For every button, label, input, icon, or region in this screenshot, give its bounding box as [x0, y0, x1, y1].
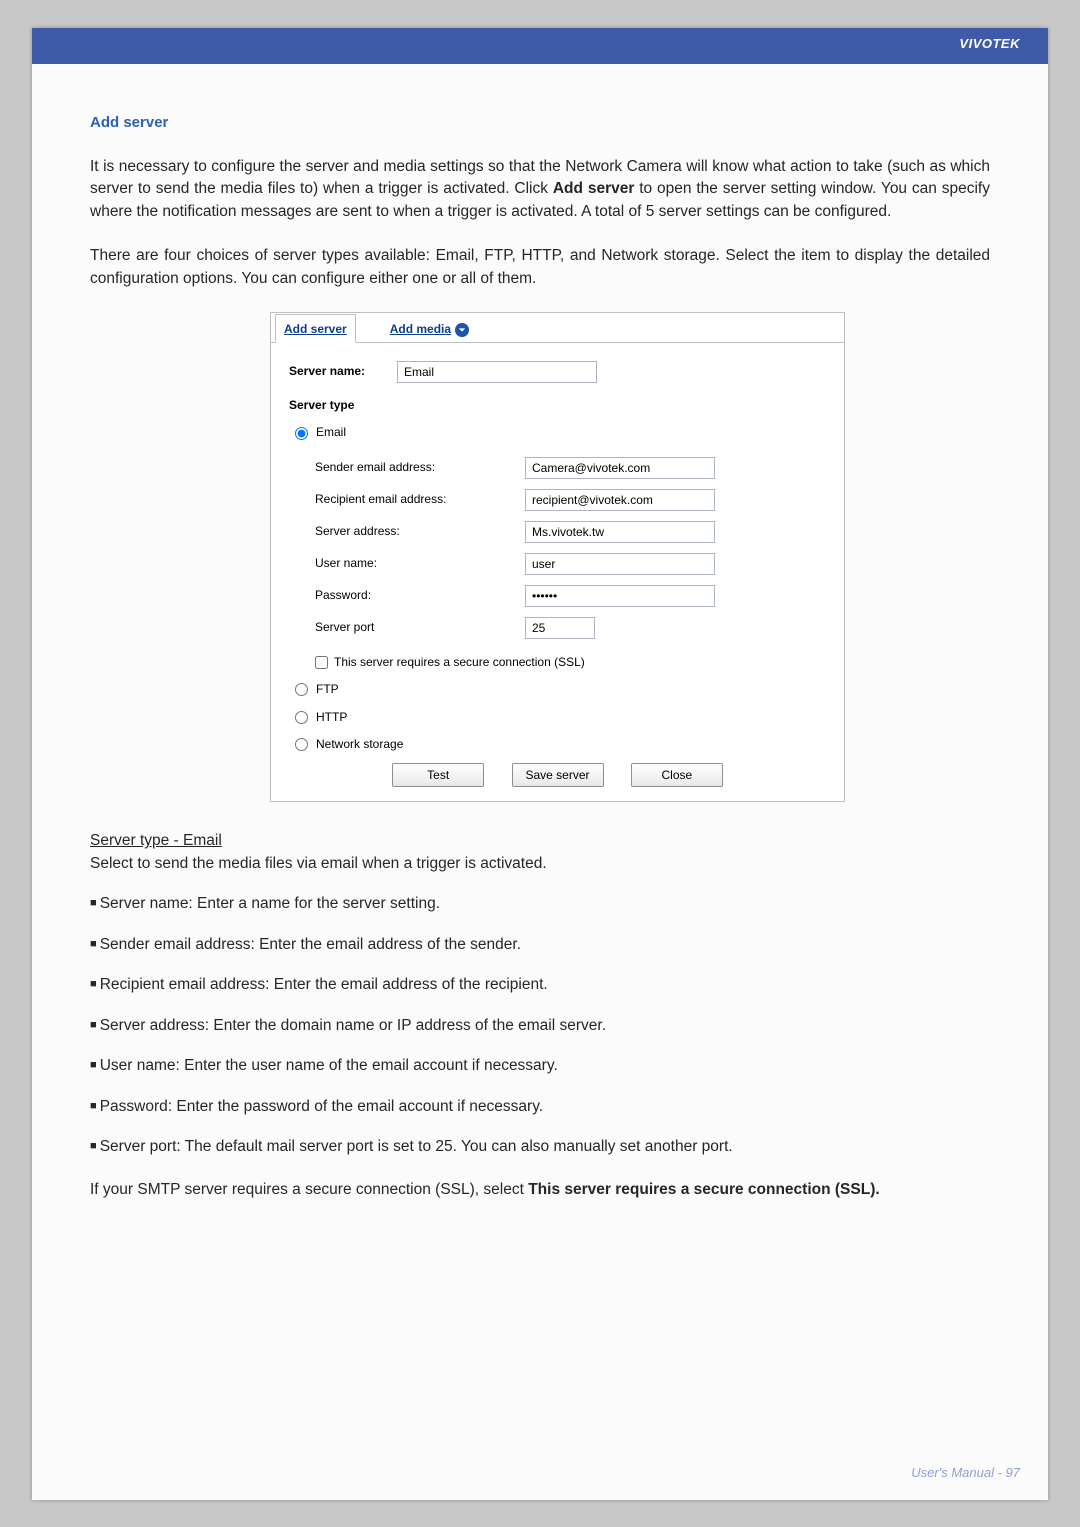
radio-http[interactable] [295, 711, 308, 724]
radio-email-label: Email [316, 424, 346, 441]
server-name-input[interactable] [397, 361, 597, 383]
radio-network-storage[interactable] [295, 738, 308, 751]
radio-http-row: HTTP [295, 709, 830, 726]
bullet-item: Server name: Enter a name for the server… [90, 893, 990, 915]
server-type-email-heading: Server type - Email [90, 830, 990, 852]
sender-label: Sender email address: [315, 452, 525, 484]
radio-email-row: Email [295, 424, 830, 441]
tab-add-media[interactable]: Add media [382, 314, 477, 343]
ssl-note-bold: This server requires a secure connection… [528, 1181, 879, 1198]
panel-tabs: Add server Add media [271, 313, 844, 343]
page-content: Add server It is necessary to configure … [32, 64, 1048, 1201]
tab-add-media-label: Add media [390, 321, 451, 338]
header-bar: VIVOTEK [32, 28, 1048, 64]
ssl-row: This server requires a secure connection… [315, 654, 830, 671]
password-input[interactable] [525, 585, 715, 607]
tab-add-server-label: Add server [284, 321, 347, 338]
email-fields-table: Sender email address: Recipient email ad… [315, 452, 723, 644]
server-name-row: Server name: [289, 361, 830, 383]
username-label: User name: [315, 548, 525, 580]
username-input[interactable] [525, 553, 715, 575]
save-server-button[interactable]: Save server [512, 763, 604, 787]
intro-paragraph-2: There are four choices of server types a… [90, 245, 990, 290]
panel-buttons: Test Save server Close [285, 763, 830, 787]
server-address-label: Server address: [315, 516, 525, 548]
para1-bold: Add server [553, 180, 635, 197]
ssl-label: This server requires a secure connection… [334, 654, 585, 671]
server-type-group-label: Server type [289, 397, 830, 414]
password-label: Password: [315, 580, 525, 612]
bullet-item: Sender email address: Enter the email ad… [90, 934, 990, 956]
bullet-item: Server port: The default mail server por… [90, 1136, 990, 1158]
bullet-item: Password: Enter the password of the emai… [90, 1096, 990, 1118]
radio-http-label: HTTP [316, 709, 347, 726]
bullet-item: Server address: Enter the domain name or… [90, 1015, 990, 1037]
server-type-email-desc: Select to send the media files via email… [90, 853, 990, 875]
sender-input[interactable] [525, 457, 715, 479]
page-footer: User's Manual - 97 [911, 1465, 1020, 1480]
ssl-note-paragraph: If your SMTP server requires a secure co… [90, 1179, 990, 1201]
radio-email[interactable] [295, 427, 308, 440]
recipient-label: Recipient email address: [315, 484, 525, 516]
bullet-item: Recipient email address: Enter the email… [90, 974, 990, 996]
ssl-checkbox[interactable] [315, 656, 328, 669]
server-port-input[interactable] [525, 617, 595, 639]
arrow-down-icon [455, 323, 469, 337]
ssl-note-a: If your SMTP server requires a secure co… [90, 1181, 528, 1198]
server-address-input[interactable] [525, 521, 715, 543]
radio-ftp-row: FTP [295, 681, 830, 698]
radio-network-storage-row: Network storage [295, 736, 830, 753]
intro-paragraph-1: It is necessary to configure the server … [90, 156, 990, 223]
bullet-list: Server name: Enter a name for the server… [90, 893, 990, 1158]
close-button[interactable]: Close [631, 763, 723, 787]
bullet-item: User name: Enter the user name of the em… [90, 1055, 990, 1077]
server-name-label: Server name: [289, 363, 397, 380]
server-port-label: Server port [315, 612, 525, 644]
section-title: Add server [90, 112, 990, 134]
document-page: VIVOTEK Add server It is necessary to co… [32, 28, 1048, 1500]
radio-ftp[interactable] [295, 683, 308, 696]
tab-add-server[interactable]: Add server [275, 314, 356, 343]
radio-ftp-label: FTP [316, 681, 339, 698]
recipient-input[interactable] [525, 489, 715, 511]
radio-network-storage-label: Network storage [316, 736, 403, 753]
test-button[interactable]: Test [392, 763, 484, 787]
brand-label: VIVOTEK [959, 36, 1020, 51]
server-config-panel: Add server Add media Server name: Server… [270, 312, 845, 802]
